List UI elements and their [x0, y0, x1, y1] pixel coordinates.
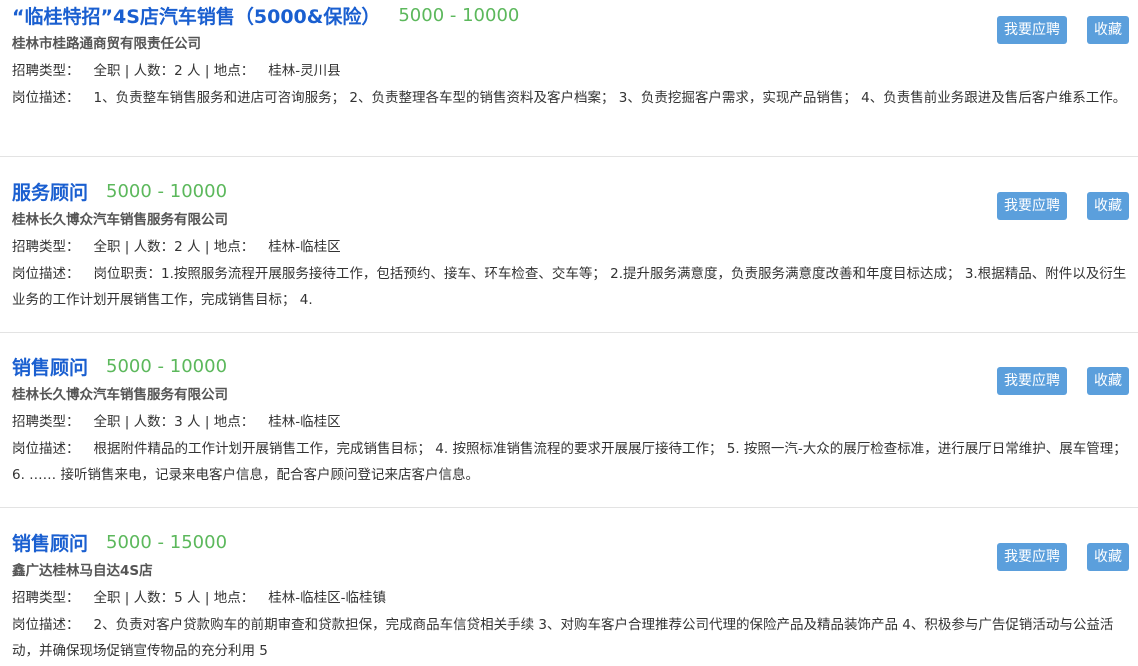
salary-range: 5000 - 10000 — [398, 4, 520, 26]
description-label: 岗位描述： — [12, 90, 80, 106]
job-meta: 招聘类型： 全职 | 人数：3 人 | 地点： 桂林-临桂区 — [12, 410, 341, 430]
job-description: 岗位描述： 根据附件精品的工作计划开展销售工作，完成销售目标； 4. 按照标准销售… — [12, 436, 1132, 488]
location-label: 地点： — [213, 239, 255, 255]
job-description: 岗位描述： 岗位职责：1.按照服务流程开展服务接待工作，包括预约、接车、环车检查、… — [12, 261, 1132, 313]
recruit-type-label: 招聘类型： — [12, 63, 80, 79]
headcount-label: 人数： — [133, 414, 175, 430]
recruit-type-label: 招聘类型： — [12, 590, 80, 606]
headcount-label: 人数： — [133, 590, 175, 606]
company-name[interactable]: 桂林市桂路通商贸有限责任公司 — [12, 32, 201, 52]
recruit-type-value: 全职 — [93, 239, 121, 255]
meta-separator: | — [124, 590, 130, 606]
location-label: 地点： — [213, 63, 255, 79]
company-name[interactable]: 鑫广达桂林马自达4S店 — [12, 559, 153, 579]
job-description: 岗位描述： 2、负责对客户贷款购车的前期审查和贷款担保，完成商品车信贷相关手续 3… — [12, 612, 1132, 664]
location-value: 桂林-临桂区-临桂镇 — [268, 590, 386, 606]
recruit-type-label: 招聘类型： — [12, 239, 80, 255]
location-value: 桂林-灵川县 — [268, 63, 341, 79]
recruit-type-value: 全职 — [93, 414, 121, 430]
meta-separator: | — [204, 414, 210, 430]
divider — [0, 332, 1138, 333]
location-label: 地点： — [213, 590, 255, 606]
meta-separator: | — [204, 239, 210, 255]
favorite-button[interactable]: 收藏 — [1087, 543, 1129, 571]
meta-separator: | — [204, 590, 210, 606]
meta-separator: | — [124, 63, 130, 79]
favorite-button[interactable]: 收藏 — [1087, 16, 1129, 44]
job-meta: 招聘类型： 全职 | 人数：5 人 | 地点： 桂林-临桂区-临桂镇 — [12, 586, 386, 606]
apply-button[interactable]: 我要应聘 — [997, 543, 1067, 571]
job-title-row: 销售顾问 5000 - 15000 — [12, 527, 227, 557]
job-meta: 招聘类型： 全职 | 人数：2 人 | 地点： 桂林-灵川县 — [12, 59, 341, 79]
job-listing: 服务顾问 5000 - 10000 桂林长久博众汽车销售服务有限公司 招聘类型：… — [0, 176, 1138, 332]
description-text: 2、负责对客户贷款购车的前期审查和贷款担保，完成商品车信贷相关手续 3、对购车客… — [12, 617, 1114, 659]
divider — [0, 507, 1138, 508]
meta-separator: | — [204, 63, 210, 79]
job-title-row: 销售顾问 5000 - 10000 — [12, 351, 227, 381]
description-text: 1、负责整车销售服务和进店可咨询服务； 2、负责整理各车型的销售资料及客户档案；… — [93, 90, 1127, 106]
job-title-link[interactable]: 服务顾问 — [12, 178, 88, 205]
headcount-label: 人数： — [133, 63, 175, 79]
headcount-value: 2 人 — [174, 63, 201, 79]
headcount-value: 5 人 — [174, 590, 201, 606]
favorite-button[interactable]: 收藏 — [1087, 192, 1129, 220]
job-listing: 销售顾问 5000 - 15000 鑫广达桂林马自达4S店 招聘类型： 全职 | … — [0, 527, 1138, 666]
recruit-type-label: 招聘类型： — [12, 414, 80, 430]
salary-range: 5000 - 10000 — [106, 355, 228, 377]
divider — [0, 156, 1138, 157]
description-label: 岗位描述： — [12, 441, 80, 457]
apply-button[interactable]: 我要应聘 — [997, 367, 1067, 395]
job-title-row: 服务顾问 5000 - 10000 — [12, 176, 227, 206]
job-listing: “临桂特招”4S店汽车销售（5000&保险） 5000 - 10000 桂林市桂… — [0, 0, 1138, 156]
apply-button[interactable]: 我要应聘 — [997, 192, 1067, 220]
job-title-link[interactable]: “临桂特招”4S店汽车销售（5000&保险） — [12, 2, 380, 29]
salary-range: 5000 - 10000 — [106, 180, 228, 202]
description-text: 根据附件精品的工作计划开展销售工作，完成销售目标； 4. 按照标准销售流程的要求… — [12, 441, 1127, 483]
recruit-type-value: 全职 — [93, 590, 121, 606]
favorite-button[interactable]: 收藏 — [1087, 367, 1129, 395]
meta-separator: | — [124, 414, 130, 430]
meta-separator: | — [124, 239, 130, 255]
description-label: 岗位描述： — [12, 266, 80, 282]
job-description: 岗位描述： 1、负责整车销售服务和进店可咨询服务； 2、负责整理各车型的销售资料及… — [12, 85, 1132, 111]
headcount-value: 2 人 — [174, 239, 201, 255]
job-title-link[interactable]: 销售顾问 — [12, 529, 88, 556]
headcount-label: 人数： — [133, 239, 175, 255]
company-name[interactable]: 桂林长久博众汽车销售服务有限公司 — [12, 208, 228, 228]
job-meta: 招聘类型： 全职 | 人数：2 人 | 地点： 桂林-临桂区 — [12, 235, 341, 255]
apply-button[interactable]: 我要应聘 — [997, 16, 1067, 44]
job-title-row: “临桂特招”4S店汽车销售（5000&保险） 5000 - 10000 — [12, 0, 519, 30]
job-listing: 销售顾问 5000 - 10000 桂林长久博众汽车销售服务有限公司 招聘类型：… — [0, 351, 1138, 507]
location-label: 地点： — [213, 414, 255, 430]
salary-range: 5000 - 15000 — [106, 531, 228, 553]
location-value: 桂林-临桂区 — [268, 239, 341, 255]
description-text: 岗位职责：1.按照服务流程开展服务接待工作，包括预约、接车、环车检查、交车等； … — [12, 266, 1127, 308]
location-value: 桂林-临桂区 — [268, 414, 341, 430]
recruit-type-value: 全职 — [93, 63, 121, 79]
headcount-value: 3 人 — [174, 414, 201, 430]
job-title-link[interactable]: 销售顾问 — [12, 353, 88, 380]
description-label: 岗位描述： — [12, 617, 80, 633]
company-name[interactable]: 桂林长久博众汽车销售服务有限公司 — [12, 383, 228, 403]
